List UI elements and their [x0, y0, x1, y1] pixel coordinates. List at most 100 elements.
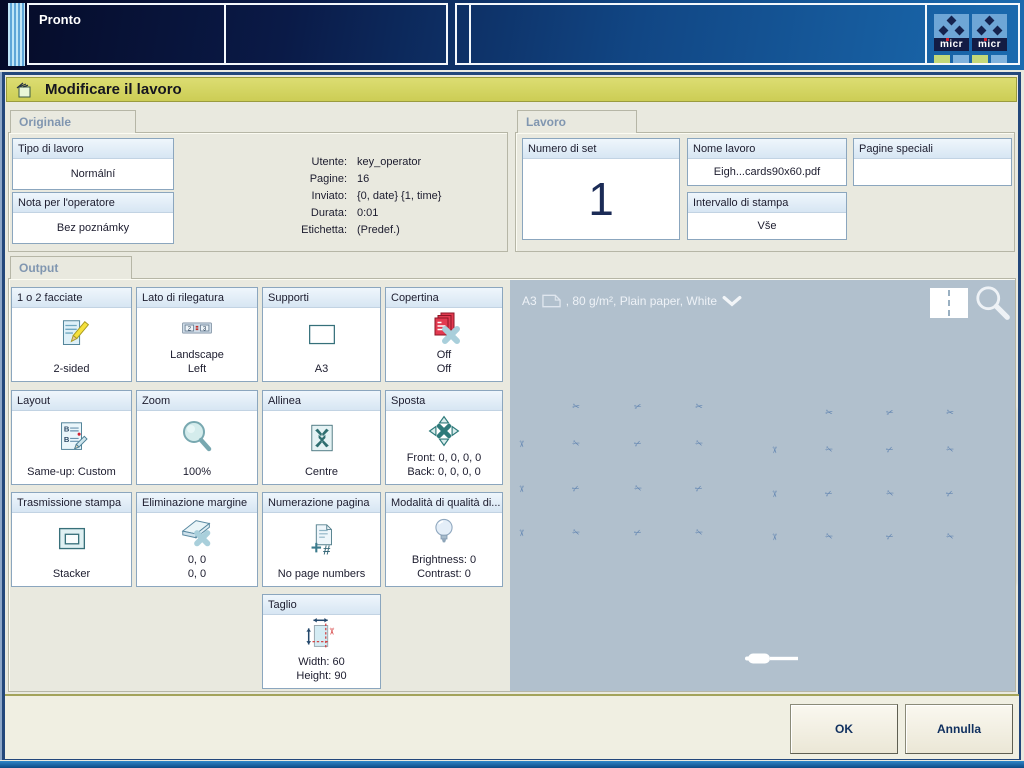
layout-icon: BB	[12, 411, 131, 465]
crop-mark-scissors-icon: ✂	[572, 402, 581, 412]
dialog-title-bar: Modificare il lavoro	[6, 77, 1017, 102]
tile-numerazione-pagina[interactable]: Numerazione pagina # No page numbers	[262, 492, 381, 587]
tile-lato-di-rilegatura[interactable]: Lato di rilegatura 23 Landscape Left	[136, 287, 258, 382]
tile-header: Trasmissione stampa	[12, 493, 131, 513]
cancel-button[interactable]: Annulla	[905, 704, 1013, 754]
tile-header: Lato di rilegatura	[137, 288, 257, 308]
tile-value: Width: 60 Height: 90	[263, 655, 380, 688]
tile-value: Bez poznámky	[13, 213, 173, 243]
micr-status-bars	[934, 55, 969, 63]
tile-header: Layout	[12, 391, 131, 411]
tile-value: A3	[263, 362, 380, 381]
status-divider	[469, 5, 471, 63]
crop-mark-scissors-icon: ✂	[694, 402, 703, 412]
tile-value: Brightness: 0 Contrast: 0	[386, 553, 502, 586]
info-value: {0, date} {1, time}	[357, 190, 509, 202]
media-details: , 80 g/m², Plain paper, White	[566, 294, 717, 308]
micr-logo-top	[972, 14, 1007, 38]
tab-output[interactable]: Output	[10, 256, 132, 279]
dialog-title: Modificare il lavoro	[45, 81, 182, 98]
tile-header: Zoom	[137, 391, 257, 411]
info-value: 0:01	[357, 207, 509, 219]
desktop-strip	[0, 761, 1024, 768]
screen: Pronto micr micr	[0, 0, 1024, 768]
micr-status-bars	[972, 55, 1007, 63]
info-label: Durata:	[253, 207, 347, 219]
margin-erase-icon	[137, 513, 257, 553]
info-label: Etichetta:	[253, 224, 347, 236]
info-label: Utente:	[253, 156, 347, 168]
crop-mark-scissors-icon: ✂	[885, 408, 895, 419]
special-pages-value	[854, 159, 1011, 185]
tile-nome-lavoro[interactable]: Nome lavoro Eigh...cards90x60.pdf	[687, 138, 847, 186]
tab-originale[interactable]: Originale	[10, 110, 136, 133]
crop-mark-scissors-icon: ✂	[517, 529, 526, 537]
preview-zoom-icon[interactable]	[974, 284, 1012, 322]
tile-1-o-2-facciate[interactable]: 1 o 2 facciate 2-sided	[11, 287, 132, 382]
media-name: A3	[522, 294, 537, 308]
tile-eliminazione-margine[interactable]: Eliminazione margine 0, 0 0, 0	[136, 492, 258, 587]
crop-mark-scissors-icon: ✂	[517, 440, 526, 448]
tile-value: 0, 0 0, 0	[137, 553, 257, 586]
tile-header: 1 o 2 facciate	[12, 288, 131, 308]
micr-logo-top	[934, 14, 969, 38]
chevron-down-icon	[722, 295, 742, 307]
tile-header: Nota per l'operatore	[13, 193, 173, 213]
dialog-footer: OK Annulla	[5, 694, 1019, 759]
tile-header: Eliminazione margine	[137, 493, 257, 513]
tile-trasmissione-stampa[interactable]: Trasmissione stampa Stacker	[11, 492, 132, 587]
tile-value: 2-sided	[12, 362, 131, 381]
tile-value: Off Off	[386, 348, 502, 381]
preview-panel: A3 , 80 g/m², Plain paper, White	[510, 280, 1015, 691]
cover-off-icon	[386, 308, 502, 348]
trim-icon: ✂	[263, 615, 380, 655]
shift-arrows-icon	[386, 411, 502, 451]
tile-header: Intervallo di stampa	[688, 193, 846, 213]
media-selector[interactable]: A3 , 80 g/m², Plain paper, White	[522, 294, 742, 308]
tile-supporti[interactable]: Supporti A3	[262, 287, 381, 382]
crop-mark-scissors-icon: ✂	[770, 533, 779, 541]
ok-button[interactable]: OK	[790, 704, 898, 754]
tile-value: Front: 0, 0, 0, 0 Back: 0, 0, 0, 0	[386, 451, 502, 484]
tile-allinea[interactable]: Allinea Centre	[262, 390, 381, 485]
svg-text:2: 2	[188, 326, 191, 332]
tile-numero-di-set[interactable]: Numero di set 1	[522, 138, 680, 240]
job-name-value: Eigh...cards90x60.pdf	[688, 159, 846, 185]
sheet-view-toggle-icon[interactable]	[930, 288, 968, 318]
tile-sposta[interactable]: Sposta Front: 0, 0, 0, 0 Back: 0, 0, 0, …	[385, 390, 503, 485]
tile-header: Supporti	[263, 288, 380, 308]
tab-lavoro[interactable]: Lavoro	[517, 110, 637, 133]
tile-pagine-speciali[interactable]: Pagine speciali	[853, 138, 1012, 186]
tile-intervallo-stampa[interactable]: Intervallo di stampa Vše	[687, 192, 847, 240]
magnifier-icon	[137, 411, 257, 465]
crop-mark-scissors-icon: ✂	[824, 408, 833, 418]
tile-value: 100%	[137, 465, 257, 484]
tile-tipo-di-lavoro[interactable]: Tipo di lavoro Normální	[12, 138, 174, 190]
media-icon	[263, 308, 380, 362]
tile-taglio[interactable]: Taglio ✂ Width: 60 Height: 90	[262, 594, 381, 689]
tile-value: Normální	[13, 159, 173, 189]
page-number-icon: #	[263, 513, 380, 567]
stacker-icon	[12, 513, 131, 567]
set-count-value: 1	[588, 176, 614, 222]
tile-value: Stacker	[12, 567, 131, 586]
align-centre-icon	[263, 411, 380, 465]
tile-copertina[interactable]: Copertina Off Off	[385, 287, 503, 382]
edit-job-icon	[15, 81, 33, 99]
info-value: 16	[357, 173, 509, 185]
info-value: (Predef.)	[357, 224, 509, 236]
tile-header: Taglio	[263, 595, 380, 615]
two-sided-icon	[12, 308, 131, 362]
tile-value: Landscape Left	[137, 348, 257, 381]
crop-mark-scissors-icon: ✂	[517, 485, 526, 493]
tile-header: Allinea	[263, 391, 380, 411]
micr-logo-icon: micr	[934, 14, 969, 51]
paper-landscape-icon	[542, 294, 561, 308]
info-label: Inviato:	[253, 190, 347, 202]
tile-modalita-qualita[interactable]: Modalità di qualità di... Brightness: 0 …	[385, 492, 503, 587]
tile-layout[interactable]: Layout BB Same-up: Custom	[11, 390, 132, 485]
tile-zoom[interactable]: Zoom 100%	[136, 390, 258, 485]
tile-header: Numerazione pagina	[263, 493, 380, 513]
tile-nota-operatore[interactable]: Nota per l'operatore Bez poznámky	[12, 192, 174, 244]
svg-text:#: #	[322, 542, 330, 557]
